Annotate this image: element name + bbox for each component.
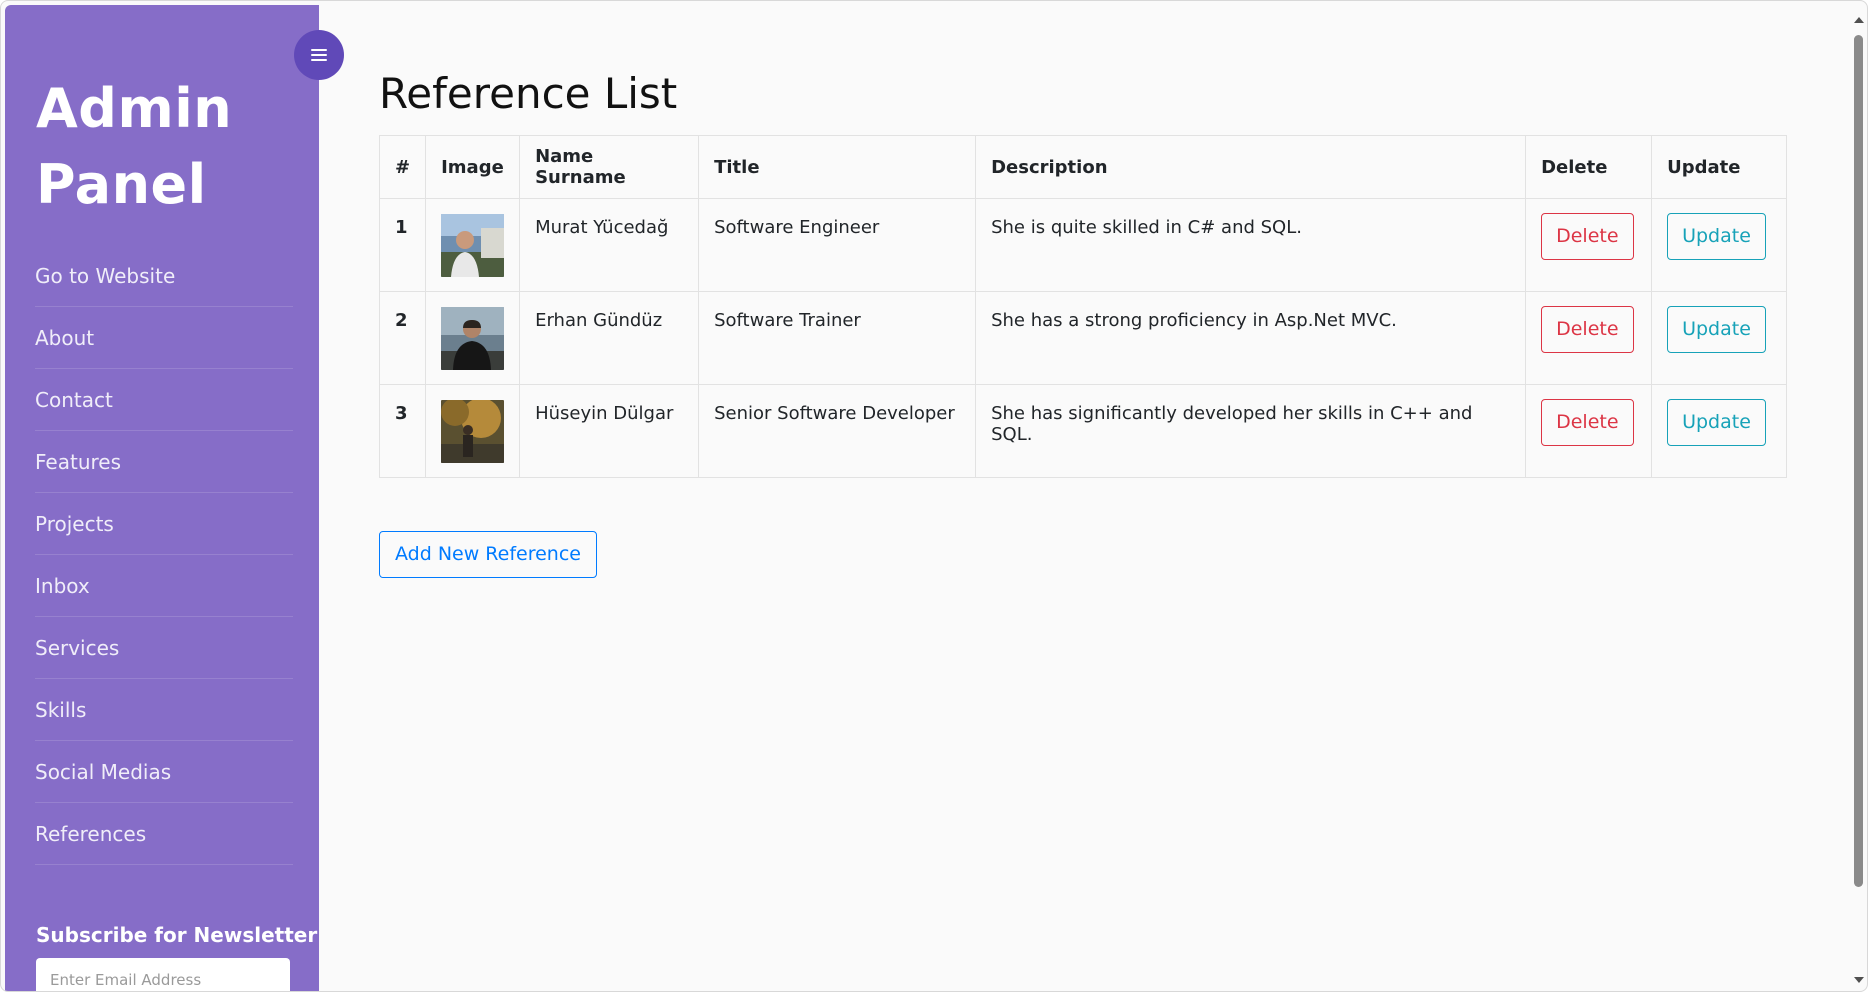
column-header-update: Update xyxy=(1651,135,1787,199)
table-row: 1 Murat Yücedağ Software Engineer She is… xyxy=(378,198,1787,292)
avatar xyxy=(441,400,505,463)
column-header-name: Name Surname xyxy=(519,135,700,199)
sidebar-item-go-to-website[interactable]: Go to Website xyxy=(35,245,293,307)
scroll-up-arrow-icon[interactable] xyxy=(1854,17,1864,23)
delete-button[interactable]: Delete xyxy=(1541,306,1634,353)
brand-title: Admin Panel xyxy=(36,77,233,216)
column-header-title: Title xyxy=(698,135,977,199)
row-number: 1 xyxy=(378,198,427,292)
avatar xyxy=(441,214,505,277)
scrollbar-thumb[interactable] xyxy=(1854,35,1863,887)
table-row: 3 Hüseyin Dülgar Senior Software Develop… xyxy=(378,384,1787,478)
row-number: 2 xyxy=(378,291,427,385)
sidebar-item-references[interactable]: References xyxy=(35,803,293,865)
add-new-reference-button[interactable]: Add New Reference xyxy=(379,531,597,578)
sidebar-item-social-medias[interactable]: Social Medias xyxy=(35,741,293,803)
image-cell xyxy=(425,384,521,478)
image-cell xyxy=(425,198,521,292)
newsletter-title: Subscribe for Newsletter xyxy=(36,923,318,947)
update-button[interactable]: Update xyxy=(1667,306,1766,353)
sidebar-item-about[interactable]: About xyxy=(35,307,293,369)
update-button[interactable]: Update xyxy=(1667,213,1766,260)
column-header-description: Description xyxy=(975,135,1527,199)
newsletter-email-input[interactable] xyxy=(36,958,290,991)
description-cell: She has significantly developed her skil… xyxy=(975,384,1527,478)
sidebar-item-contact[interactable]: Contact xyxy=(35,369,293,431)
update-cell: Update xyxy=(1651,384,1787,478)
name-cell: Hüseyin Dülgar xyxy=(519,384,700,478)
sidebar-menu: Go to Website About Contact Features Pro… xyxy=(35,245,293,865)
sidebar-item-inbox[interactable]: Inbox xyxy=(35,555,293,617)
column-header-image: Image xyxy=(425,135,521,199)
reference-table: # Image Name Surname Title Description D… xyxy=(378,135,1787,478)
table-header-row: # Image Name Surname Title Description D… xyxy=(378,135,1787,199)
description-cell: She is quite skilled in C# and SQL. xyxy=(975,198,1527,292)
update-cell: Update xyxy=(1651,198,1787,292)
sidebar-item-services[interactable]: Services xyxy=(35,617,293,679)
title-cell: Software Engineer xyxy=(698,198,977,292)
sidebar: Admin Panel Go to Website About Contact … xyxy=(5,5,319,991)
row-number: 3 xyxy=(378,384,427,478)
column-header-number: # xyxy=(378,135,427,199)
delete-cell: Delete xyxy=(1525,198,1653,292)
sidebar-item-projects[interactable]: Projects xyxy=(35,493,293,555)
sidebar-item-skills[interactable]: Skills xyxy=(35,679,293,741)
title-cell: Senior Software Developer xyxy=(698,384,977,478)
sidebar-item-features[interactable]: Features xyxy=(35,431,293,493)
column-header-delete: Delete xyxy=(1525,135,1653,199)
description-cell: She has a strong proficiency in Asp.Net … xyxy=(975,291,1527,385)
avatar xyxy=(441,307,505,370)
sidebar-toggle-button[interactable] xyxy=(294,30,344,80)
name-cell: Erhan Gündüz xyxy=(519,291,700,385)
scroll-down-arrow-icon[interactable] xyxy=(1854,977,1864,983)
delete-cell: Delete xyxy=(1525,384,1653,478)
page-title: Reference List xyxy=(379,69,678,118)
delete-button[interactable]: Delete xyxy=(1541,213,1634,260)
table-row: 2 Erhan Gündüz Software Trainer She has … xyxy=(378,291,1787,385)
delete-cell: Delete xyxy=(1525,291,1653,385)
title-cell: Software Trainer xyxy=(698,291,977,385)
hamburger-menu-icon xyxy=(311,49,327,61)
update-button[interactable]: Update xyxy=(1667,399,1766,446)
update-cell: Update xyxy=(1651,291,1787,385)
name-cell: Murat Yücedağ xyxy=(519,198,700,292)
app-window: Admin Panel Go to Website About Contact … xyxy=(0,0,1868,992)
vertical-scrollbar[interactable] xyxy=(1853,17,1865,983)
delete-button[interactable]: Delete xyxy=(1541,399,1634,446)
image-cell xyxy=(425,291,521,385)
